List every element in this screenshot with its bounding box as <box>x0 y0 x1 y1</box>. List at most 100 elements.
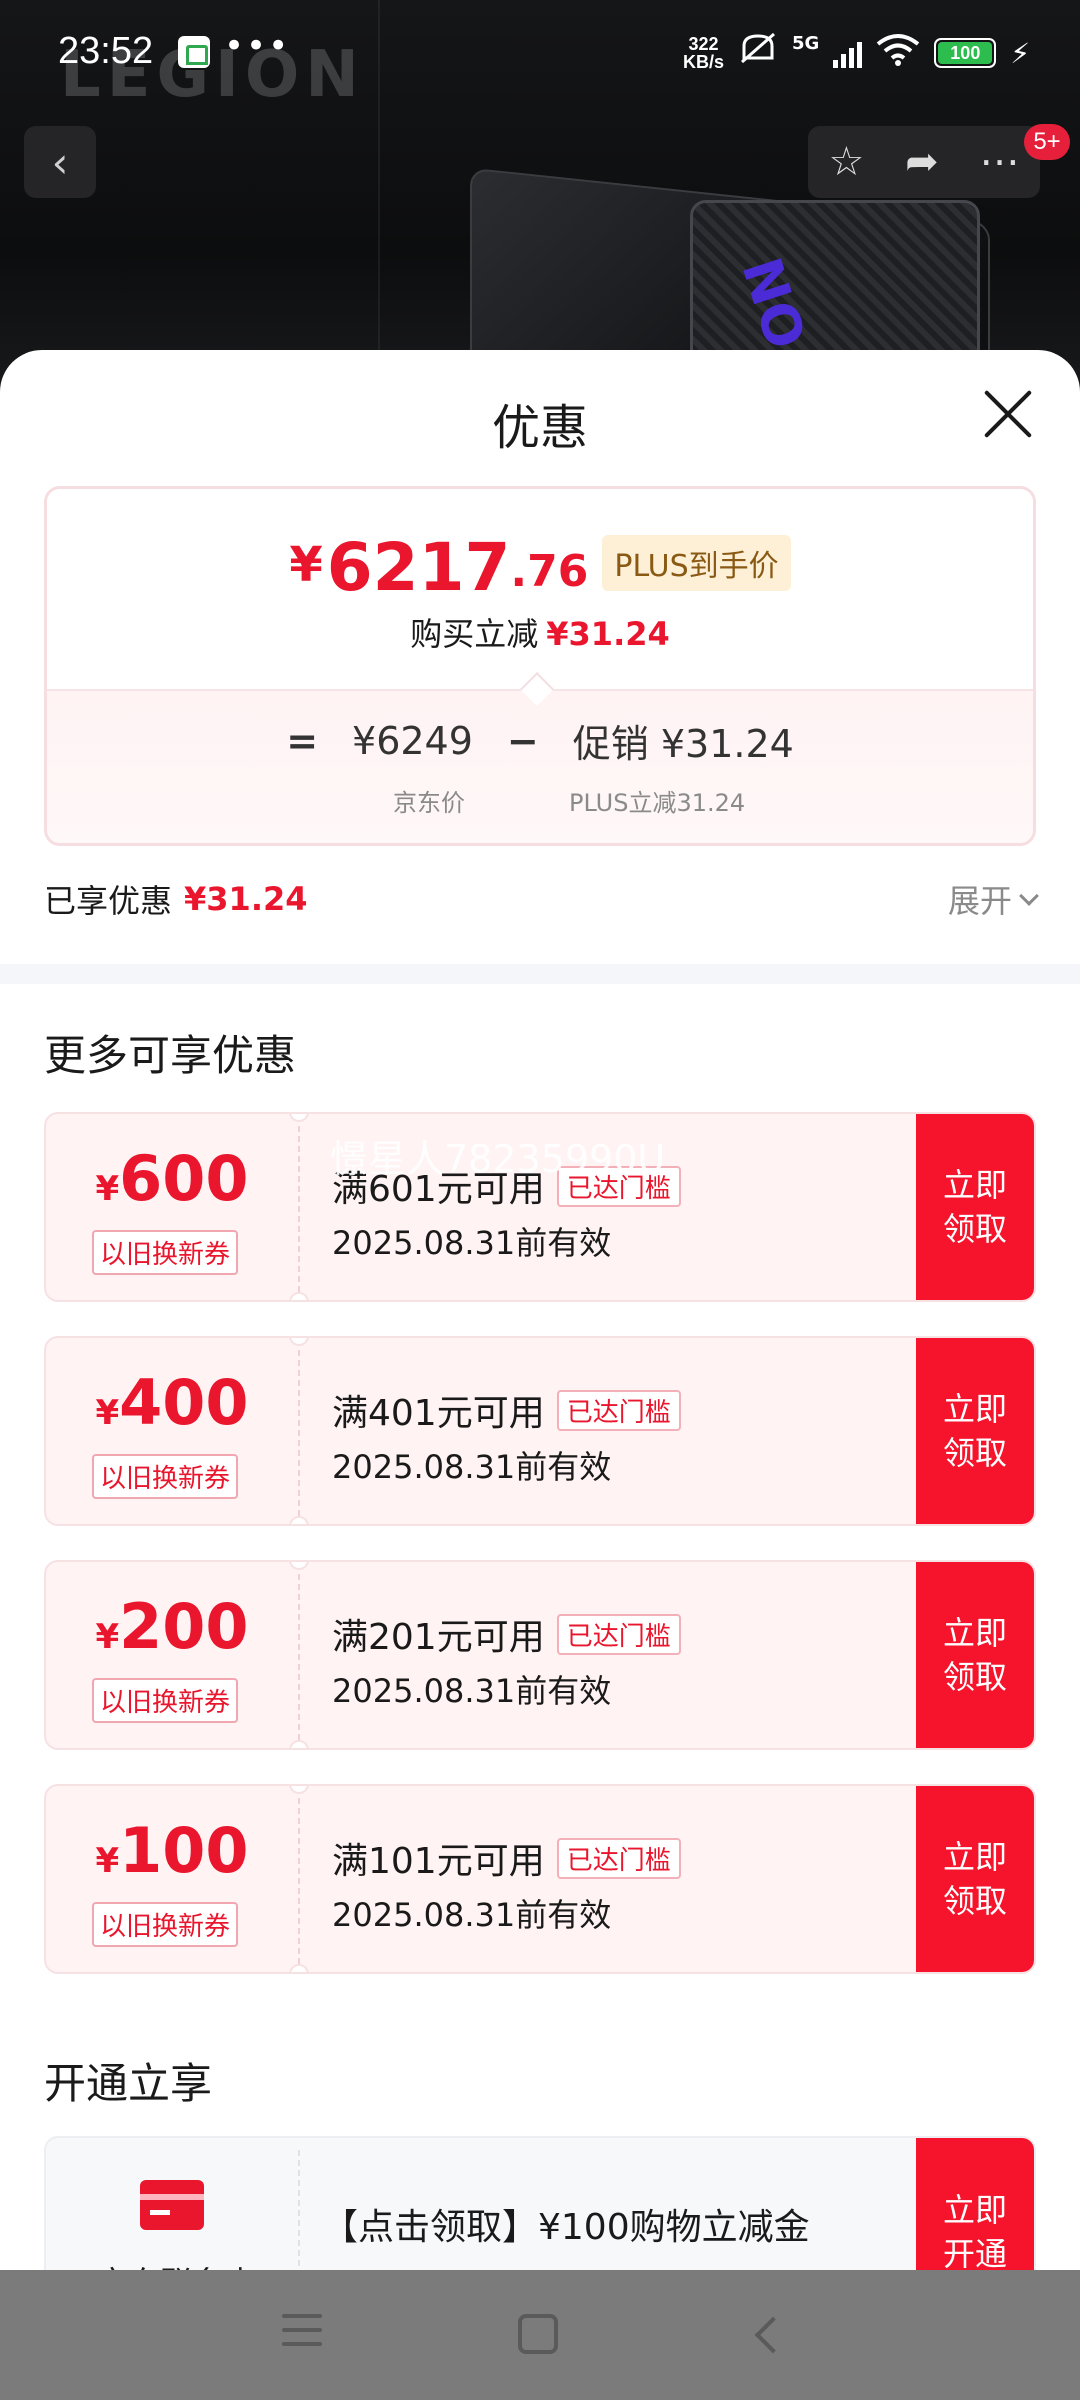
wifi-icon <box>876 32 920 74</box>
signal-icon <box>833 38 863 68</box>
system-nav-bar <box>0 2270 1080 2400</box>
coupon-notch <box>289 1516 309 1524</box>
coupon-condition-text: 满201元可用 <box>332 1617 545 1658</box>
coupon-value-area: ¥200 以旧换新券 <box>46 1562 298 1748</box>
promo-amount: 促销 ¥31.24 <box>572 722 794 766</box>
price-breakdown: = ¥6249 − 促销 ¥31.24 京东价 PLUS立减31.24 <box>47 689 1033 843</box>
coupon-validity: 2025.08.31前有效 <box>332 1896 612 1934</box>
coupon-value: 100 <box>119 1814 249 1887</box>
open-card-button[interactable]: 立即开通 <box>916 2138 1034 2270</box>
threshold-badge: 已达门槛 <box>556 1613 681 1655</box>
more-notifications-icon: ••• <box>224 26 291 66</box>
battery-icon: 100 <box>934 38 997 68</box>
coupon-details: 满201元可用 已达门槛 2025.08.31前有效 <box>332 1608 681 1712</box>
coupon-validity: 2025.08.31前有效 <box>332 1672 612 1710</box>
equals-sign: = <box>286 718 319 763</box>
notification-badge: 5+ <box>1024 124 1070 160</box>
section-separator <box>0 964 1080 984</box>
claim-coupon-button[interactable]: 立即领取 <box>916 1114 1034 1300</box>
charging-icon: ⚡ <box>1010 36 1030 70</box>
coupon-currency: ¥ <box>95 1841 120 1881</box>
instant-discount-amount: ¥31.24 <box>546 615 670 653</box>
coupon-divider <box>298 1126 300 1292</box>
breakdown-row: = ¥6249 − 促销 ¥31.24 <box>47 713 1033 768</box>
coupon-card: ¥400 以旧换新券 满401元可用 已达门槛 2025.08.31前有效 立即领… <box>44 1336 1036 1526</box>
coupon-type-tag: 以旧换新券 <box>92 1678 239 1723</box>
coupon-notch <box>289 1964 309 1972</box>
mute-icon <box>738 32 778 74</box>
plus-price-tag: PLUS到手价 <box>602 535 791 591</box>
offer-text: 【点击领取】¥100购物立减金 <box>322 2207 810 2248</box>
network-speed-value: 322 <box>688 34 719 54</box>
system-back-icon[interactable] <box>754 2316 792 2354</box>
coupon-validity: 2025.08.31前有效 <box>332 1448 612 1486</box>
jd-price: ¥6249 <box>352 718 473 763</box>
coupon-divider <box>298 1574 300 1740</box>
coupon-divider <box>298 1350 300 1516</box>
coupon-condition-text: 满601元可用 <box>332 1169 545 1210</box>
coupon-details: 满601元可用 已达门槛 2025.08.31前有效 <box>332 1160 681 1264</box>
share-icon[interactable]: ➦ <box>905 139 939 185</box>
expand-label: 展开 <box>947 882 1012 920</box>
coupon-condition: 满601元可用 已达门槛 <box>332 1160 681 1212</box>
price-decimal: .76 <box>510 546 589 597</box>
co-brand-card-offer: 京东联名卡 【点击领取】¥100购物立减金 立即开通 <box>44 2136 1036 2270</box>
more-icon[interactable]: ⋯ <box>980 139 1020 185</box>
price-summary-card: ¥ 6217 .76 PLUS到手价 购买立减 ¥31.24 = ¥6249 − … <box>44 486 1036 846</box>
threshold-badge: 已达门槛 <box>556 1389 681 1431</box>
coupon-card: ¥100 以旧换新券 满101元可用 已达门槛 2025.08.31前有效 立即领… <box>44 1784 1036 1974</box>
jd-price-label: 京东价 <box>393 789 465 817</box>
minus-sign: − <box>506 718 539 763</box>
claim-coupon-button[interactable]: 立即领取 <box>916 1786 1034 1972</box>
price-integer: 6217 <box>326 529 511 606</box>
final-price: ¥ 6217 .76 PLUS到手价 <box>47 535 1033 601</box>
threshold-badge: 已达门槛 <box>556 1165 681 1207</box>
recent-apps-icon[interactable] <box>282 2314 326 2358</box>
coupon-value: 400 <box>119 1366 249 1439</box>
expand-button[interactable]: 展开 <box>947 876 1039 922</box>
status-bar: 23:52 ••• 322 KB/s 5G 100 ⚡ <box>0 0 1080 100</box>
more-discounts-title: 更多可享优惠 <box>44 1031 297 1080</box>
enjoyed-discount-row: 已享优惠 ¥31.24 展开 <box>44 874 1039 924</box>
favorite-star-icon[interactable]: ☆ <box>828 139 864 185</box>
coupon-card: ¥200 以旧换新券 满201元可用 已达门槛 2025.08.31前有效 立即领… <box>44 1560 1036 1750</box>
coupon-value-area: ¥100 以旧换新券 <box>46 1786 298 1972</box>
close-icon[interactable] <box>980 386 1036 442</box>
coupon-condition: 满201元可用 已达门槛 <box>332 1608 681 1660</box>
threshold-badge: 已达门槛 <box>556 1837 681 1879</box>
coupon-value: 600 <box>119 1142 249 1215</box>
enjoyed-amount: ¥31.24 <box>184 880 308 918</box>
network-type: 5G <box>792 32 820 54</box>
open-membership-title: 开通立享 <box>44 2059 213 2108</box>
network-speed-unit: KB/s <box>683 52 725 72</box>
home-app-icon <box>178 36 210 68</box>
coupon-condition-text: 满101元可用 <box>332 1841 545 1882</box>
credit-card-icon <box>140 2180 204 2230</box>
network-speed: 322 KB/s <box>683 35 724 71</box>
coupon-type-tag: 以旧换新券 <box>92 1902 239 1947</box>
sheet-title: 优惠 <box>491 400 588 456</box>
coupon-type-tag: 以旧换新券 <box>92 1454 239 1499</box>
coupon-details: 满101元可用 已达门槛 2025.08.31前有效 <box>332 1832 681 1936</box>
status-icons: 322 KB/s 5G 100 ⚡ <box>683 32 1030 74</box>
home-icon[interactable] <box>518 2314 558 2354</box>
coupon-condition-text: 满401元可用 <box>332 1393 545 1434</box>
instant-discount: 购买立减 ¥31.24 <box>47 609 1033 655</box>
price-top: ¥ 6217 .76 PLUS到手价 购买立减 ¥31.24 <box>47 489 1033 689</box>
status-time: 23:52 <box>58 30 154 72</box>
coupon-value-area: ¥400 以旧换新券 <box>46 1338 298 1524</box>
back-button[interactable]: ‹ <box>24 126 96 198</box>
coupon-value-area: ¥600 以旧换新券 <box>46 1114 298 1300</box>
claim-coupon-button[interactable]: 立即领取 <box>916 1338 1034 1524</box>
coupon-amount: ¥600 <box>46 1148 298 1210</box>
promo-label: PLUS立减31.24 <box>569 789 746 817</box>
instant-discount-label: 购买立减 <box>410 615 539 653</box>
price-currency: ¥ <box>289 537 323 593</box>
coupon-amount: ¥200 <box>46 1596 298 1658</box>
chevron-down-icon <box>1019 886 1039 906</box>
header-actions: ☆ ➦ ⋯ <box>808 126 1040 198</box>
coupon-currency: ¥ <box>95 1393 120 1433</box>
coupon-currency: ¥ <box>95 1169 120 1209</box>
coupon-value: 200 <box>119 1590 249 1663</box>
claim-coupon-button[interactable]: 立即领取 <box>916 1562 1034 1748</box>
